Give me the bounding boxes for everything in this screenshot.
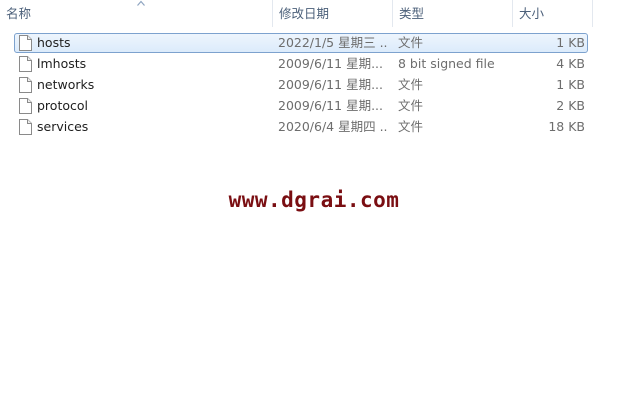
file-name: protocol [37, 98, 88, 113]
column-header-date-label: 修改日期 [279, 6, 330, 21]
column-header-filler [592, 0, 628, 27]
file-date: 2022/1/5 星期三 ... [278, 35, 388, 50]
file-icon [19, 77, 32, 93]
file-name: networks [37, 77, 95, 92]
file-row-lmhosts[interactable]: lmhosts 2009/6/11 星期... 8 bit signed fil… [14, 54, 588, 74]
sort-up-arrow-icon [137, 0, 145, 6]
file-icon [19, 56, 32, 72]
file-icon [19, 119, 32, 135]
file-type: 文件 [398, 119, 424, 134]
column-header-bar: 名称 修改日期 类型 大小 [0, 0, 628, 27]
file-row-networks[interactable]: networks 2009/6/11 星期... 文件 1 KB [14, 75, 588, 95]
file-date: 2009/6/11 星期... [278, 77, 383, 92]
file-size: 1 KB [556, 77, 585, 92]
file-icon [19, 35, 32, 51]
file-size: 4 KB [556, 56, 585, 71]
file-icon [19, 98, 32, 114]
file-row-hosts[interactable]: hosts 2022/1/5 星期三 ... 文件 1 KB [14, 33, 588, 53]
column-header-type-label: 类型 [399, 6, 425, 21]
column-header-date[interactable]: 修改日期 [272, 0, 392, 27]
file-size: 18 KB [548, 119, 585, 134]
column-header-name-label: 名称 [6, 6, 32, 21]
file-type: 文件 [398, 35, 424, 50]
file-size: 1 KB [556, 35, 585, 50]
column-header-size-label: 大小 [519, 6, 545, 21]
file-date: 2020/6/4 星期四 ... [278, 119, 388, 134]
file-type: 8 bit signed file [398, 56, 495, 71]
file-name: hosts [37, 35, 71, 50]
column-header-name[interactable]: 名称 [0, 0, 272, 27]
watermark-text: www.dgrai.com [228, 188, 400, 212]
column-header-size[interactable]: 大小 [512, 0, 592, 27]
file-size: 2 KB [556, 98, 585, 113]
file-type: 文件 [398, 98, 424, 113]
file-name: lmhosts [37, 56, 87, 71]
file-name: services [37, 119, 89, 134]
file-row-protocol[interactable]: protocol 2009/6/11 星期... 文件 2 KB [14, 96, 588, 116]
file-explorer-list-view: 名称 修改日期 类型 大小 hosts 2022/1/5 星期三 ... 文件 … [0, 0, 628, 420]
file-date: 2009/6/11 星期... [278, 56, 383, 71]
column-header-type[interactable]: 类型 [392, 0, 512, 27]
file-row-services[interactable]: services 2020/6/4 星期四 ... 文件 18 KB [14, 117, 588, 137]
file-type: 文件 [398, 77, 424, 92]
file-date: 2009/6/11 星期... [278, 98, 383, 113]
